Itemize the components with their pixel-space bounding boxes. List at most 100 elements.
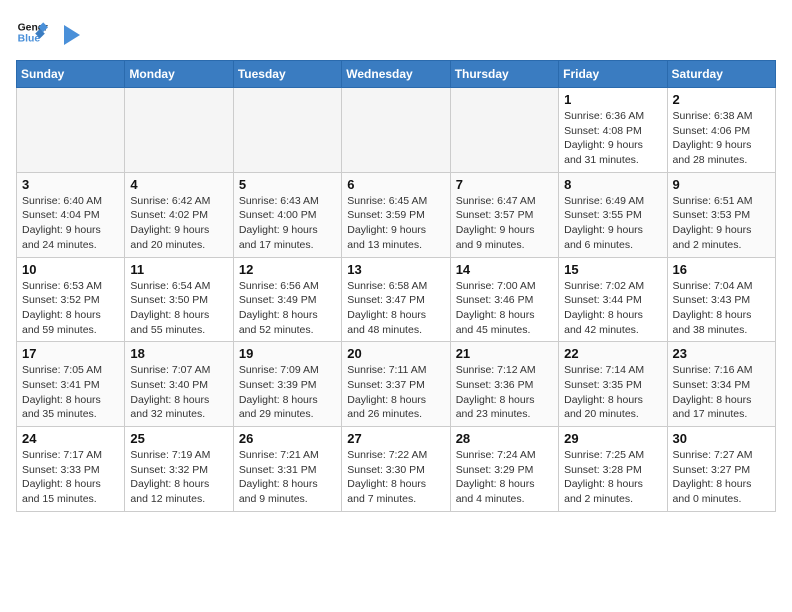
logo-icon: General Blue: [16, 16, 48, 48]
page-header: General Blue: [16, 16, 776, 48]
day-number: 22: [564, 346, 661, 361]
day-info: Sunrise: 6:38 AM Sunset: 4:06 PM Dayligh…: [673, 109, 770, 168]
day-number: 23: [673, 346, 770, 361]
day-number: 6: [347, 177, 444, 192]
calendar-cell: 12 Sunrise: 6:56 AM Sunset: 3:49 PM Dayli…: [233, 257, 341, 342]
calendar-cell: 20 Sunrise: 7:11 AM Sunset: 3:37 PM Dayli…: [342, 342, 450, 427]
day-number: 2: [673, 92, 770, 107]
calendar-cell: 11 Sunrise: 6:54 AM Sunset: 3:50 PM Dayli…: [125, 257, 233, 342]
calendar-cell: 25 Sunrise: 7:19 AM Sunset: 3:32 PM Dayli…: [125, 427, 233, 512]
calendar-table: SundayMondayTuesdayWednesdayThursdayFrid…: [16, 60, 776, 512]
day-number: 9: [673, 177, 770, 192]
day-number: 24: [22, 431, 119, 446]
logo: General Blue: [16, 16, 84, 48]
day-number: 26: [239, 431, 336, 446]
day-info: Sunrise: 7:16 AM Sunset: 3:34 PM Dayligh…: [673, 363, 770, 422]
day-info: Sunrise: 7:27 AM Sunset: 3:27 PM Dayligh…: [673, 448, 770, 507]
day-info: Sunrise: 7:07 AM Sunset: 3:40 PM Dayligh…: [130, 363, 227, 422]
day-number: 29: [564, 431, 661, 446]
day-info: Sunrise: 7:14 AM Sunset: 3:35 PM Dayligh…: [564, 363, 661, 422]
day-info: Sunrise: 7:09 AM Sunset: 3:39 PM Dayligh…: [239, 363, 336, 422]
day-info: Sunrise: 6:51 AM Sunset: 3:53 PM Dayligh…: [673, 194, 770, 253]
day-number: 7: [456, 177, 553, 192]
calendar-cell: 6 Sunrise: 6:45 AM Sunset: 3:59 PM Daylig…: [342, 172, 450, 257]
calendar-cell: 23 Sunrise: 7:16 AM Sunset: 3:34 PM Dayli…: [667, 342, 775, 427]
logo-triangle: [56, 21, 84, 49]
weekday-header: Sunday: [17, 61, 125, 88]
calendar-cell: [17, 88, 125, 173]
day-info: Sunrise: 7:00 AM Sunset: 3:46 PM Dayligh…: [456, 279, 553, 338]
calendar-cell: 15 Sunrise: 7:02 AM Sunset: 3:44 PM Dayli…: [559, 257, 667, 342]
day-number: 12: [239, 262, 336, 277]
day-number: 21: [456, 346, 553, 361]
day-info: Sunrise: 6:58 AM Sunset: 3:47 PM Dayligh…: [347, 279, 444, 338]
calendar-cell: [233, 88, 341, 173]
weekday-header: Wednesday: [342, 61, 450, 88]
day-number: 20: [347, 346, 444, 361]
calendar-cell: [125, 88, 233, 173]
calendar-cell: 22 Sunrise: 7:14 AM Sunset: 3:35 PM Dayli…: [559, 342, 667, 427]
day-number: 1: [564, 92, 661, 107]
calendar-cell: [342, 88, 450, 173]
calendar-cell: 13 Sunrise: 6:58 AM Sunset: 3:47 PM Dayli…: [342, 257, 450, 342]
day-info: Sunrise: 7:02 AM Sunset: 3:44 PM Dayligh…: [564, 279, 661, 338]
calendar-cell: 7 Sunrise: 6:47 AM Sunset: 3:57 PM Daylig…: [450, 172, 558, 257]
calendar-cell: 18 Sunrise: 7:07 AM Sunset: 3:40 PM Dayli…: [125, 342, 233, 427]
calendar-cell: 5 Sunrise: 6:43 AM Sunset: 4:00 PM Daylig…: [233, 172, 341, 257]
weekday-header: Friday: [559, 61, 667, 88]
weekday-header: Tuesday: [233, 61, 341, 88]
weekday-header: Saturday: [667, 61, 775, 88]
calendar-cell: 26 Sunrise: 7:21 AM Sunset: 3:31 PM Dayli…: [233, 427, 341, 512]
day-info: Sunrise: 7:11 AM Sunset: 3:37 PM Dayligh…: [347, 363, 444, 422]
day-info: Sunrise: 6:42 AM Sunset: 4:02 PM Dayligh…: [130, 194, 227, 253]
day-number: 27: [347, 431, 444, 446]
day-number: 18: [130, 346, 227, 361]
day-info: Sunrise: 6:45 AM Sunset: 3:59 PM Dayligh…: [347, 194, 444, 253]
day-number: 17: [22, 346, 119, 361]
day-info: Sunrise: 6:56 AM Sunset: 3:49 PM Dayligh…: [239, 279, 336, 338]
calendar-week-row: 17 Sunrise: 7:05 AM Sunset: 3:41 PM Dayli…: [17, 342, 776, 427]
day-info: Sunrise: 6:36 AM Sunset: 4:08 PM Dayligh…: [564, 109, 661, 168]
calendar-week-row: 24 Sunrise: 7:17 AM Sunset: 3:33 PM Dayli…: [17, 427, 776, 512]
calendar-cell: 1 Sunrise: 6:36 AM Sunset: 4:08 PM Daylig…: [559, 88, 667, 173]
day-number: 16: [673, 262, 770, 277]
calendar-cell: 24 Sunrise: 7:17 AM Sunset: 3:33 PM Dayli…: [17, 427, 125, 512]
day-info: Sunrise: 7:19 AM Sunset: 3:32 PM Dayligh…: [130, 448, 227, 507]
calendar-week-row: 1 Sunrise: 6:36 AM Sunset: 4:08 PM Daylig…: [17, 88, 776, 173]
day-info: Sunrise: 7:25 AM Sunset: 3:28 PM Dayligh…: [564, 448, 661, 507]
day-info: Sunrise: 7:24 AM Sunset: 3:29 PM Dayligh…: [456, 448, 553, 507]
calendar-cell: 28 Sunrise: 7:24 AM Sunset: 3:29 PM Dayli…: [450, 427, 558, 512]
calendar-week-row: 3Sunrise: 6:40 AM Sunset: 4:04 PM Daylig…: [17, 172, 776, 257]
day-number: 8: [564, 177, 661, 192]
weekday-header: Monday: [125, 61, 233, 88]
day-info: Sunrise: 7:05 AM Sunset: 3:41 PM Dayligh…: [22, 363, 119, 422]
calendar-cell: 14 Sunrise: 7:00 AM Sunset: 3:46 PM Dayli…: [450, 257, 558, 342]
day-number: 5: [239, 177, 336, 192]
day-number: 28: [456, 431, 553, 446]
calendar-cell: 2 Sunrise: 6:38 AM Sunset: 4:06 PM Daylig…: [667, 88, 775, 173]
day-info: Sunrise: 6:53 AM Sunset: 3:52 PM Dayligh…: [22, 279, 119, 338]
day-info: Sunrise: 6:49 AM Sunset: 3:55 PM Dayligh…: [564, 194, 661, 253]
calendar-cell: 21Sunrise: 7:12 AM Sunset: 3:36 PM Dayli…: [450, 342, 558, 427]
weekday-header: Thursday: [450, 61, 558, 88]
day-number: 14: [456, 262, 553, 277]
day-number: 25: [130, 431, 227, 446]
day-info: Sunrise: 7:21 AM Sunset: 3:31 PM Dayligh…: [239, 448, 336, 507]
calendar-cell: 30 Sunrise: 7:27 AM Sunset: 3:27 PM Dayli…: [667, 427, 775, 512]
day-number: 15: [564, 262, 661, 277]
day-info: Sunrise: 6:47 AM Sunset: 3:57 PM Dayligh…: [456, 194, 553, 253]
calendar-cell: 8 Sunrise: 6:49 AM Sunset: 3:55 PM Daylig…: [559, 172, 667, 257]
calendar-cell: 3Sunrise: 6:40 AM Sunset: 4:04 PM Daylig…: [17, 172, 125, 257]
day-info: Sunrise: 6:40 AM Sunset: 4:04 PM Dayligh…: [22, 194, 119, 253]
calendar-cell: 16Sunrise: 7:04 AM Sunset: 3:43 PM Dayli…: [667, 257, 775, 342]
day-number: 13: [347, 262, 444, 277]
day-info: Sunrise: 6:54 AM Sunset: 3:50 PM Dayligh…: [130, 279, 227, 338]
day-info: Sunrise: 6:43 AM Sunset: 4:00 PM Dayligh…: [239, 194, 336, 253]
day-number: 30: [673, 431, 770, 446]
day-info: Sunrise: 7:17 AM Sunset: 3:33 PM Dayligh…: [22, 448, 119, 507]
day-number: 19: [239, 346, 336, 361]
day-number: 11: [130, 262, 227, 277]
calendar-cell: 17 Sunrise: 7:05 AM Sunset: 3:41 PM Dayli…: [17, 342, 125, 427]
calendar-cell: 19 Sunrise: 7:09 AM Sunset: 3:39 PM Dayli…: [233, 342, 341, 427]
calendar-cell: 29 Sunrise: 7:25 AM Sunset: 3:28 PM Dayli…: [559, 427, 667, 512]
